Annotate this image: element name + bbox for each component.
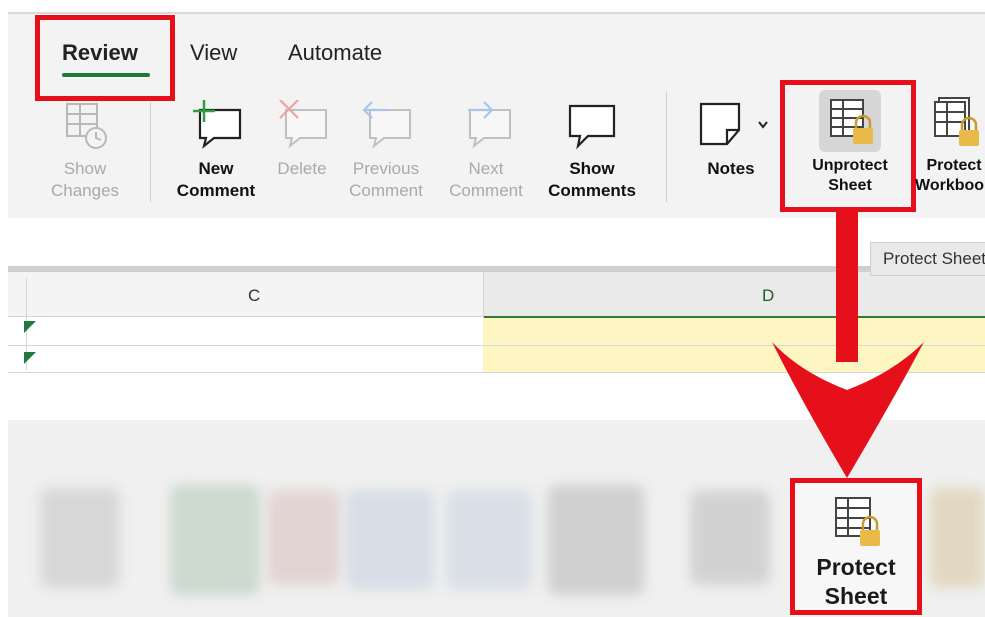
previous-comment-button[interactable]: Previous Comment <box>340 100 432 202</box>
protect-workbook-label-2: Workbook <box>915 177 985 194</box>
previous-comment-icon <box>362 101 411 149</box>
next-comment-icon <box>468 101 511 149</box>
blurred-button <box>268 490 340 585</box>
next-comment-label-2: Comment <box>449 181 523 200</box>
show-comments-label-2: Comments <box>548 181 636 200</box>
blurred-button <box>40 488 120 588</box>
protect-workbook-button[interactable]: Protect Workbook <box>904 92 985 196</box>
new-comment-label-1: New <box>198 159 234 178</box>
unprotect-sheet-highlight <box>780 80 916 212</box>
blurred-button <box>930 488 985 588</box>
show-changes-label-2: Changes <box>50 181 120 200</box>
delete-comment-button[interactable]: Delete <box>266 99 338 180</box>
blurred-button <box>446 490 532 590</box>
previous-comment-label-2: Comment <box>349 181 423 200</box>
protect-workbook-clip: Protect Workbook <box>904 92 985 212</box>
column-header-c[interactable]: C <box>248 286 260 306</box>
red-arrow-annotation <box>772 212 924 478</box>
previous-comment-label-1: Previous <box>352 159 420 178</box>
tab-view[interactable]: View <box>190 40 237 66</box>
new-comment-label-2: Comment <box>176 181 256 200</box>
cell-error-indicator[interactable] <box>24 352 36 364</box>
new-comment-icon <box>193 100 242 149</box>
show-comments-button[interactable]: Show Comments <box>540 100 644 202</box>
protect-sheet-highlight <box>790 478 922 615</box>
notes-icon <box>699 102 768 146</box>
next-comment-button[interactable]: Next Comment <box>440 100 532 202</box>
notes-label: Notes <box>707 159 755 178</box>
tab-automate[interactable]: Automate <box>288 40 382 66</box>
show-changes-label-1: Show <box>63 159 107 178</box>
cell-error-indicator[interactable] <box>24 321 36 333</box>
delete-comment-icon <box>279 99 327 149</box>
blurred-button <box>690 490 770 585</box>
next-comment-label-1: Next <box>468 159 504 178</box>
blurred-button <box>170 485 260 595</box>
review-tab-highlight <box>35 15 175 101</box>
protect-workbook-label-1: Protect <box>926 157 982 174</box>
blurred-button <box>346 490 434 590</box>
blurred-button <box>548 485 644 595</box>
ribbon-separator <box>666 92 667 202</box>
chevron-down-icon <box>758 121 768 129</box>
show-changes-icon <box>66 103 107 149</box>
delete-label: Delete <box>277 159 327 178</box>
show-changes-button[interactable]: Show Changes <box>40 100 130 202</box>
notes-button[interactable]: Notes <box>686 100 776 180</box>
show-comments-label-1: Show <box>569 159 615 178</box>
ribbon-top-border <box>8 12 985 14</box>
new-comment-button[interactable]: New Comment <box>170 100 262 202</box>
show-comments-icon <box>568 104 616 150</box>
ribbon-separator <box>150 102 151 202</box>
workbook-lock-icon <box>934 97 979 146</box>
